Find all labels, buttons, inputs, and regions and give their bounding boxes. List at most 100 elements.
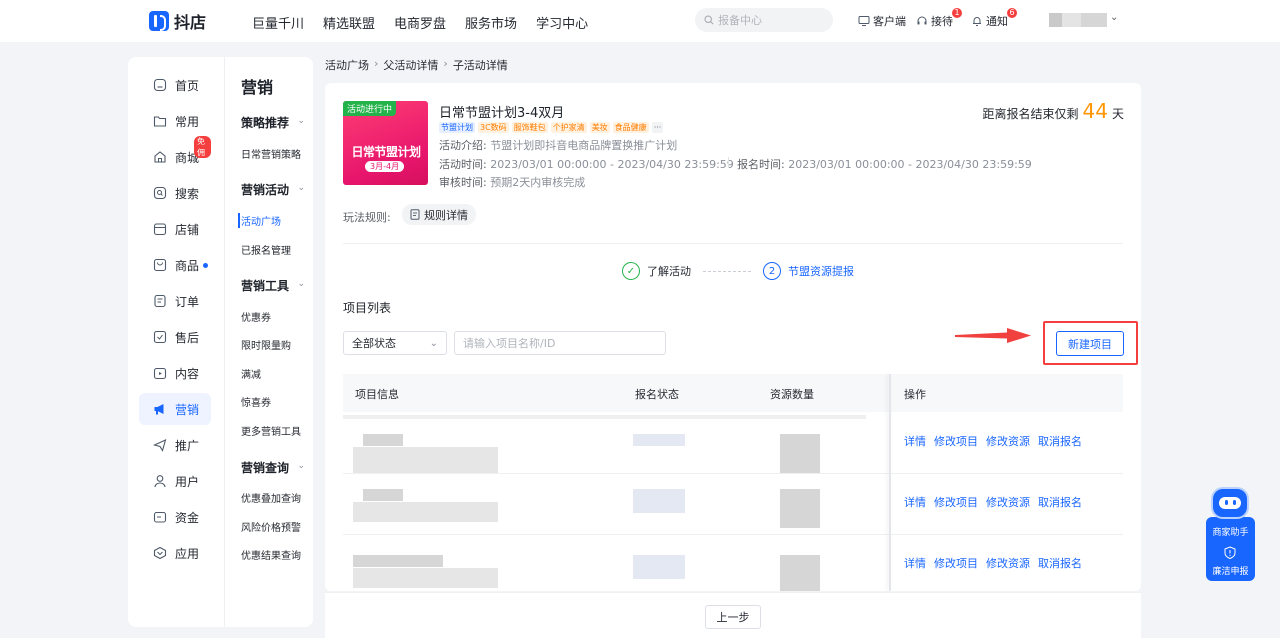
store-icon	[153, 223, 167, 236]
assistant-label[interactable]: 商家助手	[1206, 525, 1255, 538]
group-label: 策略推荐	[241, 116, 290, 130]
time-value: 2023/03/01 00:00:00 - 2023/04/30 23:59:5…	[490, 158, 734, 171]
topnav-item[interactable]: 巨量千川	[252, 13, 304, 32]
detail-link[interactable]: 详情	[904, 494, 926, 510]
submenu-item-discount[interactable]: 满减	[241, 366, 261, 381]
sidebar-item-order[interactable]: 订单	[139, 285, 211, 317]
sidebar-item-home[interactable]: 首页	[139, 69, 211, 101]
sidebar-item-marketing[interactable]: 营销	[139, 393, 211, 425]
sidebar-item-funds[interactable]: 资金	[139, 501, 211, 533]
submenu-item-result-query[interactable]: 优惠结果查询	[241, 547, 301, 562]
submenu-item-more-tools[interactable]: 更多营销工具	[241, 423, 301, 438]
breadcrumb-item[interactable]: 父活动详情	[383, 57, 438, 73]
top-search[interactable]	[695, 8, 833, 32]
submenu-item-daily-strategy[interactable]: 日常营销策略	[241, 146, 301, 161]
sidebar-item-promotion[interactable]: 推广	[139, 429, 211, 461]
detail-link[interactable]: 详情	[904, 555, 926, 571]
sidebar-item-mall[interactable]: 商城 免佣	[139, 136, 211, 173]
table-row: 详情 修改项目 修改资源 取消报名	[343, 413, 1123, 474]
sidebar-item-search[interactable]: 搜索	[139, 177, 211, 209]
redacted-content	[780, 489, 820, 528]
avatar[interactable]	[1049, 13, 1107, 27]
topnav-item[interactable]: 电商罗盘	[394, 13, 446, 32]
column-header: 操作	[904, 388, 926, 401]
submenu-item-stack-query[interactable]: 优惠叠加查询	[241, 490, 301, 505]
chevron-down-icon[interactable]: ⌄	[1110, 12, 1118, 23]
submenu-group-strategy[interactable]: 策略推荐 ⌄	[241, 114, 305, 131]
submenu-item-price-warning[interactable]: 风险价格预警	[241, 519, 301, 534]
cancel-signup-link[interactable]: 取消报名	[1038, 494, 1082, 510]
page-scrollbar[interactable]	[1270, 42, 1280, 638]
sidebar-item-user[interactable]: 用户	[139, 465, 211, 497]
topnav-item[interactable]: 服务市场	[465, 13, 517, 32]
project-search-input[interactable]	[454, 331, 666, 355]
sidebar-item-content[interactable]: 内容	[139, 357, 211, 389]
table-row: 详情 修改项目 修改资源 取消报名	[343, 535, 1123, 591]
project-list-title: 项目列表	[343, 301, 392, 315]
secondary-sidebar: 营销 策略推荐 ⌄ 日常营销策略 营销活动 ⌄ 活动广场 已报名管理 营销工具 ⌄ 优…	[224, 57, 313, 627]
table-row: 详情 修改项目 修改资源 取消报名	[343, 474, 1123, 535]
annotation-arrow-icon	[955, 328, 1031, 343]
sidebar-item-apps[interactable]: 应用	[139, 537, 211, 569]
search-input[interactable]	[718, 13, 818, 27]
content-icon	[153, 367, 167, 380]
topnav-item[interactable]: 精选联盟	[323, 13, 375, 32]
select-value: 全部状态	[352, 337, 396, 350]
sidebar-item-after-sale[interactable]: 售后	[139, 321, 211, 353]
sticky-column-shadow	[889, 374, 891, 591]
detail-link[interactable]: 详情	[904, 433, 926, 449]
edit-project-link[interactable]: 修改项目	[934, 433, 978, 449]
rule-detail-button[interactable]: 规则详情	[402, 204, 476, 225]
notice-button[interactable]: 通知 6	[971, 8, 1017, 29]
edit-project-link[interactable]: 修改项目	[934, 494, 978, 510]
banner-subtitle: 3月-4月	[365, 161, 405, 172]
sidebar-label: 应用	[175, 546, 200, 561]
submenu-item-surprise-coupon[interactable]: 惊喜券	[241, 394, 271, 409]
more-tags-button[interactable]: ···	[651, 122, 664, 133]
sidebar-item-goods[interactable]: 商品	[139, 249, 211, 281]
divider	[728, 157, 729, 168]
merchant-assistant-widget[interactable]: 商家助手 廉洁申报	[1206, 487, 1255, 581]
breadcrumb-item[interactable]: 活动广场	[325, 57, 369, 73]
edit-resource-link[interactable]: 修改资源	[986, 494, 1030, 510]
submenu-item-flash-sale[interactable]: 限时限量购	[241, 337, 291, 352]
submenu-item-activity-square[interactable]: 活动广场	[238, 213, 281, 228]
assistant-panel: 商家助手 廉洁申报	[1206, 517, 1255, 581]
redacted-content	[353, 447, 498, 473]
row-actions: 详情 修改项目 修改资源 取消报名	[904, 433, 1082, 449]
edit-resource-link[interactable]: 修改资源	[986, 555, 1030, 571]
tag: 食品健康	[612, 122, 649, 133]
submenu-item-signed-management[interactable]: 已报名管理	[241, 242, 291, 257]
new-project-button[interactable]: 新建项目	[1056, 331, 1124, 356]
prev-step-button[interactable]: 上一步	[705, 605, 761, 629]
sidebar-item-common[interactable]: 常用	[139, 105, 211, 137]
sidebar-item-store[interactable]: 店铺	[139, 213, 211, 245]
notice-label: 通知	[986, 15, 1008, 28]
submenu-group-query[interactable]: 营销查询 ⌄	[241, 459, 305, 476]
activity-banner-image: 活动进行中 日常节盟计划 3月-4月	[343, 101, 428, 185]
integrity-report-link[interactable]: 廉洁申报	[1206, 564, 1255, 577]
submenu-group-activities[interactable]: 营销活动 ⌄	[241, 181, 305, 198]
progress-steps: ✓ 了解活动 2 节盟资源提报	[622, 262, 854, 280]
status-filter-select[interactable]: 全部状态 ⌄	[343, 331, 447, 355]
cancel-signup-link[interactable]: 取消报名	[1038, 433, 1082, 449]
client-button[interactable]: 客户端	[858, 13, 906, 29]
chevron-right-icon: ›	[374, 57, 379, 70]
signup-value: 2023/03/01 00:00:00 - 2023/04/30 23:59:5…	[788, 158, 1032, 171]
activity-detail-card: 活动进行中 日常节盟计划 3月-4月 日常节盟计划3-4双月 节盟计划 3C数码…	[325, 83, 1141, 591]
submenu-item-coupon[interactable]: 优惠券	[241, 309, 271, 324]
cancel-signup-link[interactable]: 取消报名	[1038, 555, 1082, 571]
activity-title: 日常节盟计划3-4双月	[439, 106, 565, 121]
brand-logo[interactable]: 抖店	[149, 9, 206, 33]
primary-sidebar: 首页 常用 商城 免佣 搜索 店铺 商品 订单 售后 内容 营销 推广 用户 资…	[128, 57, 224, 627]
submenu-group-tools[interactable]: 营销工具 ⌄	[241, 277, 305, 294]
sidebar-label: 营销	[175, 402, 200, 417]
edit-project-link[interactable]: 修改项目	[934, 555, 978, 571]
edit-resource-link[interactable]: 修改资源	[986, 433, 1030, 449]
free-commission-badge: 免佣	[194, 136, 211, 158]
row-actions: 详情 修改项目 修改资源 取消报名	[904, 555, 1082, 571]
topnav-item[interactable]: 学习中心	[536, 13, 588, 32]
client-label: 客户端	[873, 15, 906, 28]
reception-button[interactable]: 接待 1	[916, 8, 962, 29]
headset-icon	[917, 16, 927, 25]
